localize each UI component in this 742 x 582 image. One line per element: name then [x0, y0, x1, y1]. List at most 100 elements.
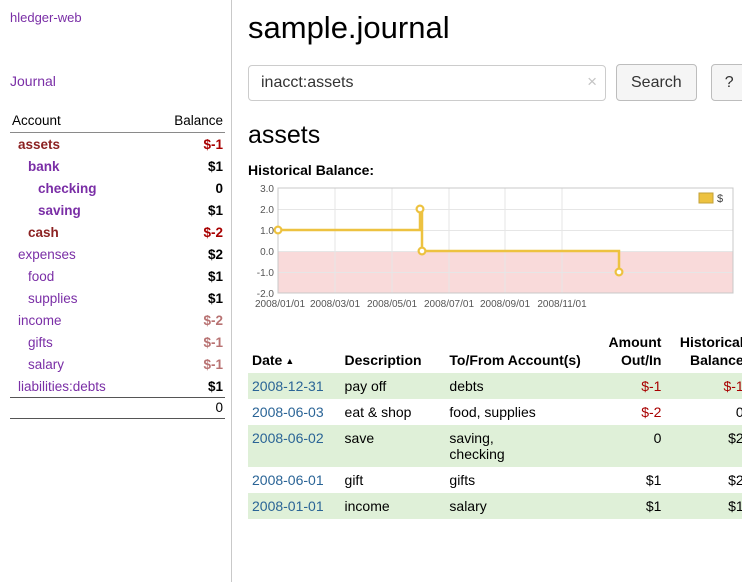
search-field-wrap: ×	[248, 65, 606, 101]
transaction-amount: $-2	[589, 399, 665, 425]
svg-text:3.0: 3.0	[260, 184, 274, 195]
account-balance-cash: $-2	[149, 221, 225, 243]
transaction-description: gift	[341, 467, 446, 493]
transaction-balance: 0	[665, 399, 742, 425]
x-axis-labels: 2008/01/01 2008/03/01 2008/05/01 2008/07…	[255, 299, 587, 310]
account-balance-liabilities-debts: $1	[149, 375, 225, 398]
svg-text:2008/03/01: 2008/03/01	[310, 299, 360, 310]
accounts-total-row: 0	[10, 398, 225, 419]
transaction-balance: $2	[665, 467, 742, 493]
search-button[interactable]: Search	[616, 64, 697, 101]
transaction-tofrom: gifts	[445, 467, 589, 493]
transaction-date-link[interactable]: 2008-06-01	[252, 472, 324, 488]
register-header-tofrom: To/From Account(s)	[445, 332, 589, 373]
balance-chart: $ 3.0 2.0 1.0 0.0 -1.0 -2.0 2008/01/01 2…	[248, 184, 742, 316]
account-link-bank[interactable]: bank	[28, 159, 60, 174]
svg-text:2.0: 2.0	[260, 205, 274, 216]
account-balance-checking: 0	[149, 177, 225, 199]
account-row-supplies: supplies $1	[10, 287, 225, 309]
transaction-tofrom: saving, checking	[445, 425, 589, 467]
account-link-salary[interactable]: salary	[28, 357, 64, 372]
transaction-date-link[interactable]: 2008-06-03	[252, 404, 324, 420]
journal-nav: Journal	[10, 73, 225, 89]
account-balance-expenses: $2	[149, 243, 225, 265]
transaction-amount: $1	[589, 493, 665, 519]
account-balance-salary: $-1	[149, 353, 225, 375]
search-bar: × Search ?	[248, 64, 742, 101]
sort-ascending-icon: ▲	[285, 356, 294, 366]
accounts-table: Account Balance assets $-1 bank $1 check…	[10, 111, 225, 419]
svg-text:2008/11/01: 2008/11/01	[537, 299, 587, 310]
app-title-link[interactable]: hledger-web	[10, 10, 82, 25]
register-header-row: Date▲ Description To/From Account(s) Amo…	[248, 332, 742, 373]
transaction-amount: 0	[589, 425, 665, 467]
transaction-tofrom: debts	[445, 373, 589, 399]
account-link-checking[interactable]: checking	[38, 181, 97, 196]
account-link-cash[interactable]: cash	[28, 225, 59, 240]
chart-title: Historical Balance:	[248, 162, 742, 178]
register-row: 2008-06-02 save saving, checking 0 $2	[248, 425, 742, 467]
transaction-tofrom: salary	[445, 493, 589, 519]
app-title: hledger-web	[10, 10, 225, 25]
transaction-description: save	[341, 425, 446, 467]
y-axis-labels: 3.0 2.0 1.0 0.0 -1.0 -2.0	[257, 184, 275, 300]
account-row-expenses: expenses $2	[10, 243, 225, 265]
transaction-date-link[interactable]: 2008-01-01	[252, 498, 324, 514]
transaction-balance: $1	[665, 493, 742, 519]
account-link-assets[interactable]: assets	[18, 137, 60, 152]
register-header-amount: Amount Out/In	[589, 332, 665, 373]
legend-swatch	[699, 193, 713, 203]
app-window: hledger-web Journal Account Balance asse…	[0, 0, 742, 582]
legend-label: $	[717, 193, 723, 205]
register-header-date[interactable]: Date▲	[248, 332, 341, 373]
chart-legend: $	[695, 190, 732, 207]
account-row-saving: saving $1	[10, 199, 225, 221]
svg-text:2008/07/01: 2008/07/01	[424, 299, 474, 310]
main-content: sample.journal × Search ? assets Histori…	[232, 0, 742, 582]
clear-search-icon[interactable]: ×	[587, 72, 597, 92]
point-2008-06-03	[419, 248, 426, 255]
transaction-description: pay off	[341, 373, 446, 399]
svg-text:0.0: 0.0	[260, 247, 274, 258]
journal-link[interactable]: Journal	[10, 73, 56, 89]
svg-text:2008/01/01: 2008/01/01	[255, 299, 305, 310]
accounts-header-balance: Balance	[149, 111, 225, 133]
register-header-date-label: Date	[252, 352, 282, 368]
transaction-balance: $2	[665, 425, 742, 467]
account-row-salary: salary $-1	[10, 353, 225, 375]
register-row: 2008-01-01 income salary $1 $1	[248, 493, 742, 519]
account-balance-bank: $1	[149, 155, 225, 177]
account-row-bank: bank $1	[10, 155, 225, 177]
account-link-gifts[interactable]: gifts	[28, 335, 53, 350]
account-balance-assets: $-1	[149, 133, 225, 156]
transaction-date-link[interactable]: 2008-12-31	[252, 378, 324, 394]
svg-text:-1.0: -1.0	[257, 268, 275, 279]
accounts-header-account: Account	[10, 111, 149, 133]
register-row: 2008-06-03 eat & shop food, supplies $-2…	[248, 399, 742, 425]
transaction-date-link[interactable]: 2008-06-02	[252, 430, 324, 446]
search-input[interactable]	[248, 65, 606, 101]
account-balance-income: $-2	[149, 309, 225, 331]
point-2008-12-31	[616, 269, 623, 276]
register-table: Date▲ Description To/From Account(s) Amo…	[248, 332, 742, 519]
account-link-expenses[interactable]: expenses	[18, 247, 76, 262]
svg-text:2008/05/01: 2008/05/01	[367, 299, 417, 310]
account-balance-gifts: $-1	[149, 331, 225, 353]
account-row-income: income $-2	[10, 309, 225, 331]
account-link-saving[interactable]: saving	[38, 203, 81, 218]
transaction-tofrom: food, supplies	[445, 399, 589, 425]
account-row-cash: cash $-2	[10, 221, 225, 243]
account-balance-food: $1	[149, 265, 225, 287]
account-link-income[interactable]: income	[18, 313, 62, 328]
account-balance-supplies: $1	[149, 287, 225, 309]
point-2008-01-01	[275, 227, 282, 234]
help-button[interactable]: ?	[711, 64, 742, 101]
account-link-liabilities-debts[interactable]: liabilities:debts	[18, 379, 106, 394]
account-link-food[interactable]: food	[28, 269, 54, 284]
account-link-supplies[interactable]: supplies	[28, 291, 78, 306]
point-2008-06-01	[417, 206, 424, 213]
account-row-liabilities-debts: liabilities:debts $1	[10, 375, 225, 398]
account-row-food: food $1	[10, 265, 225, 287]
account-heading: assets	[248, 121, 742, 150]
page-title: sample.journal	[248, 10, 742, 46]
